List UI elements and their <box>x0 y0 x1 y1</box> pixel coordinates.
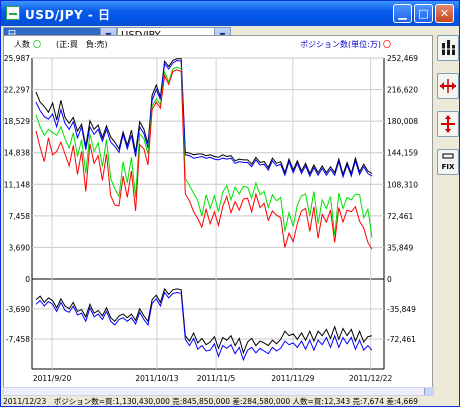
left-tick-label: 0 <box>25 275 30 284</box>
right-tick-label: 108,310 <box>387 180 418 189</box>
crosshair-tool[interactable] <box>437 111 459 137</box>
left-tick-label: 7,458 <box>9 212 31 221</box>
status-bar: 2011/12/23 ポジション数=買:1,130,430,000 売:845,… <box>3 397 418 406</box>
chart-bars-icon <box>441 40 456 55</box>
chart-bars-tool[interactable] <box>437 35 459 61</box>
lower-panel-series <box>35 287 373 362</box>
maximize-button[interactable]: □ <box>414 4 433 23</box>
left-tick-label: 11,148 <box>4 180 30 189</box>
horizontal-scrollbar[interactable] <box>3 387 434 396</box>
horizontal-expand-icon <box>440 79 456 93</box>
right-tick-label: 144,159 <box>387 149 418 158</box>
legend-people-marker: 〇 <box>33 40 41 49</box>
left-tick-label: -7,458 <box>6 335 30 344</box>
x-tick-label: 2011/9/20 <box>33 374 72 383</box>
application-window: USD/JPY - 日 ▁ □ ✕ 日 ▼ USD/JPY ▼ 人数 〇 (正:… <box>0 0 460 407</box>
right-tick-label: -72,461 <box>387 335 416 344</box>
left-tick-label: 25,987 <box>4 54 30 63</box>
series-line-position_sell <box>35 291 373 362</box>
app-icon <box>6 6 20 20</box>
fix-icon: FIX <box>442 153 455 171</box>
svg-text:FIX: FIX <box>442 163 455 171</box>
close-button[interactable]: ✕ <box>435 4 454 23</box>
horizontal-zoom-tool[interactable] <box>437 73 459 99</box>
right-tick-label: 35,849 <box>387 243 413 252</box>
right-tick-label: 72,461 <box>387 212 413 221</box>
left-tick-label: 18,529 <box>4 117 30 126</box>
fix-tool[interactable]: FIX <box>437 149 459 175</box>
left-tick-label: -3,690 <box>6 305 30 314</box>
left-tick-label: 22,297 <box>4 86 30 95</box>
right-tick-label: -35,849 <box>387 305 416 314</box>
right-tick-label: 216,620 <box>387 86 418 95</box>
title-bar[interactable]: USD/JPY - 日 ▁ □ ✕ <box>1 1 459 26</box>
x-tick-label: 2011/11/29 <box>271 374 314 383</box>
legend-sign-note: (正:買 負:売) <box>56 39 108 49</box>
side-toolbar: FIX <box>437 35 459 389</box>
series-line-position_sell <box>35 59 373 179</box>
minimize-button[interactable]: ▁ <box>393 4 412 23</box>
scroll-right-button[interactable] <box>424 388 433 395</box>
window-title: USD/JPY - 日 <box>25 8 111 22</box>
series-line-people_sell <box>35 69 373 250</box>
maximize-icon: □ <box>418 7 429 20</box>
axis-labels: 25,987 252,469 22,297 216,620 18,529 180,008 1… <box>4 54 418 383</box>
legend-position-marker: 〇 <box>383 40 391 49</box>
right-tick-label: 0 <box>387 275 392 284</box>
right-tick-label: 252,469 <box>387 54 418 63</box>
close-icon: ✕ <box>439 7 450 20</box>
x-tick-label: 2011/12/22 <box>349 374 392 383</box>
minimize-icon: ▁ <box>398 7 407 20</box>
left-tick-label: 14,838 <box>4 149 30 158</box>
x-tick-label: 2011/11/5 <box>197 374 236 383</box>
legend-position-label: ポジション数(単位:万) <box>300 39 381 49</box>
crosshair-icon <box>441 115 455 133</box>
upper-panel-series <box>35 58 373 250</box>
chart-panel[interactable]: 人数 〇 (正:買 負:売) ポジション数(単位:万) 〇 25,987 252,… <box>3 35 433 389</box>
x-tick-label: 2011/10/13 <box>135 374 178 383</box>
legend-people-label: 人数 <box>14 39 30 49</box>
right-tick-label: 180,008 <box>387 117 418 126</box>
chart-svg[interactable]: 人数 〇 (正:買 負:売) ポジション数(単位:万) 〇 25,987 252,… <box>4 36 432 388</box>
left-tick-label: 3,690 <box>9 243 31 252</box>
